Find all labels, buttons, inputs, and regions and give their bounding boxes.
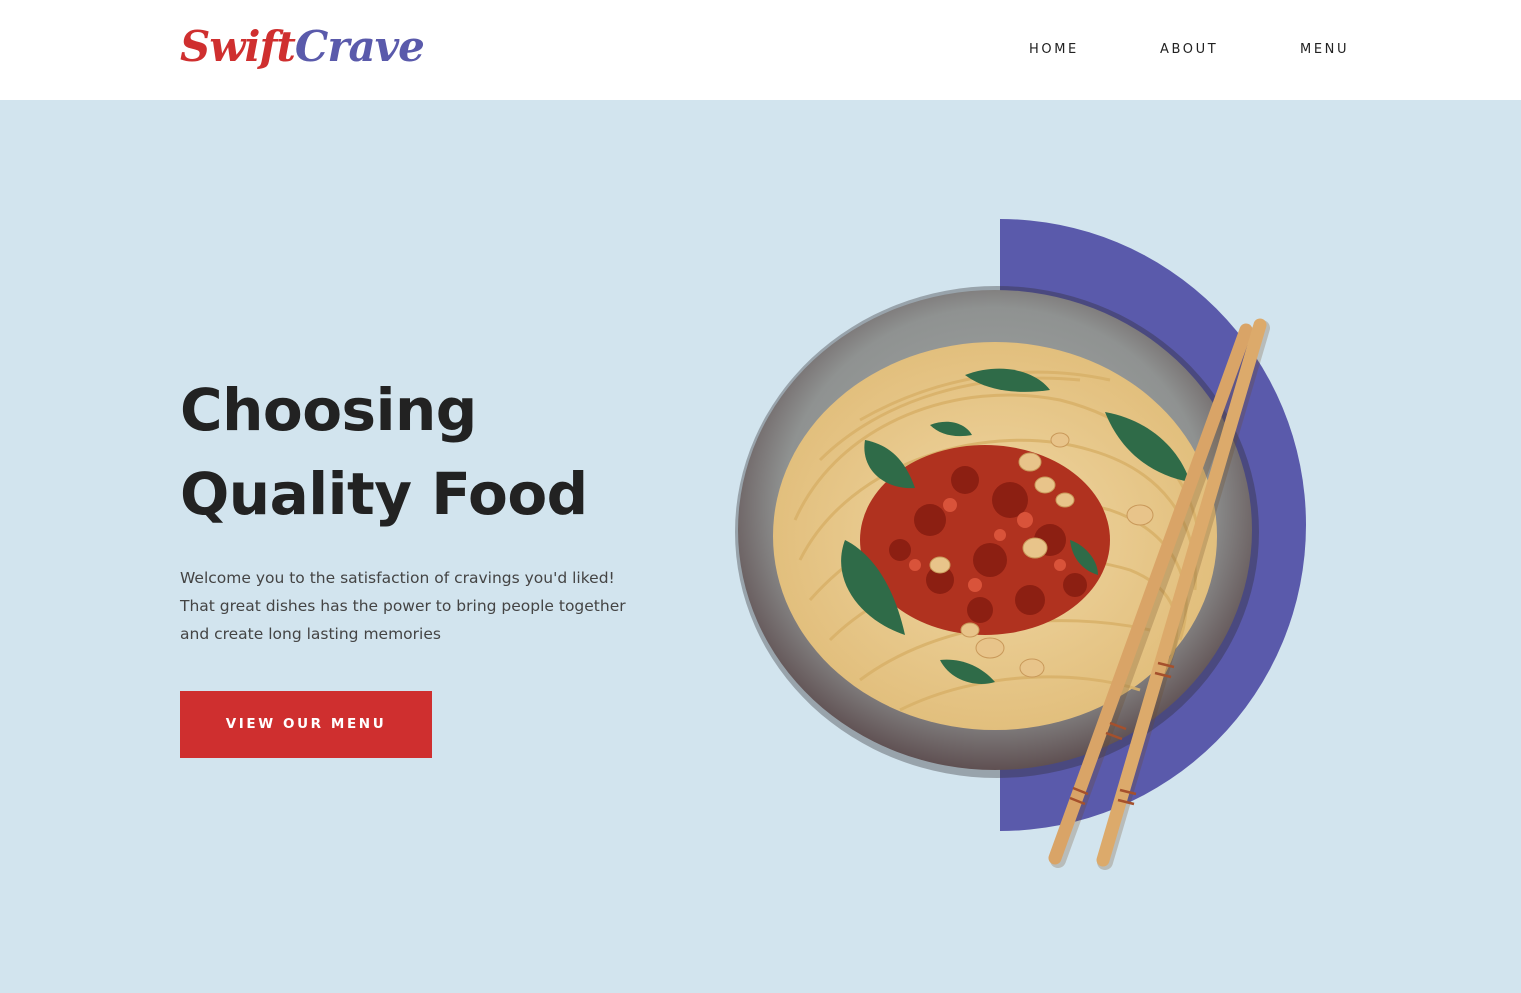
nav-home-link[interactable]: HOME — [1029, 40, 1079, 60]
nav-menu-link[interactable]: MENU — [1300, 40, 1349, 60]
hero-description: Welcome you to the satisfaction of cravi… — [180, 564, 650, 648]
hero-title-line-1: Choosing — [180, 376, 477, 444]
brand-logo[interactable]: SwiftCrave — [180, 22, 425, 72]
main-nav: HOME ABOUT MENU — [1000, 40, 1380, 60]
hero-title: Choosing Quality Food — [180, 368, 700, 536]
logo-part-crave: Crave — [294, 22, 425, 71]
hero-description-line-1: Welcome you to the satisfaction of cravi… — [180, 569, 615, 587]
hero-title-line-2: Quality Food — [180, 460, 588, 528]
view-menu-button[interactable]: VIEW OUR MENU — [180, 691, 432, 758]
logo-part-swift: Swift — [180, 22, 296, 71]
site-header: SwiftCrave HOME ABOUT MENU — [0, 0, 1521, 100]
nav-about-link[interactable]: ABOUT — [1160, 40, 1218, 60]
hero-illustration — [735, 219, 1306, 870]
hero-description-line-2: That great dishes has the power to bring… — [180, 597, 626, 615]
hero-description-line-3: and create long lasting memories — [180, 625, 441, 643]
